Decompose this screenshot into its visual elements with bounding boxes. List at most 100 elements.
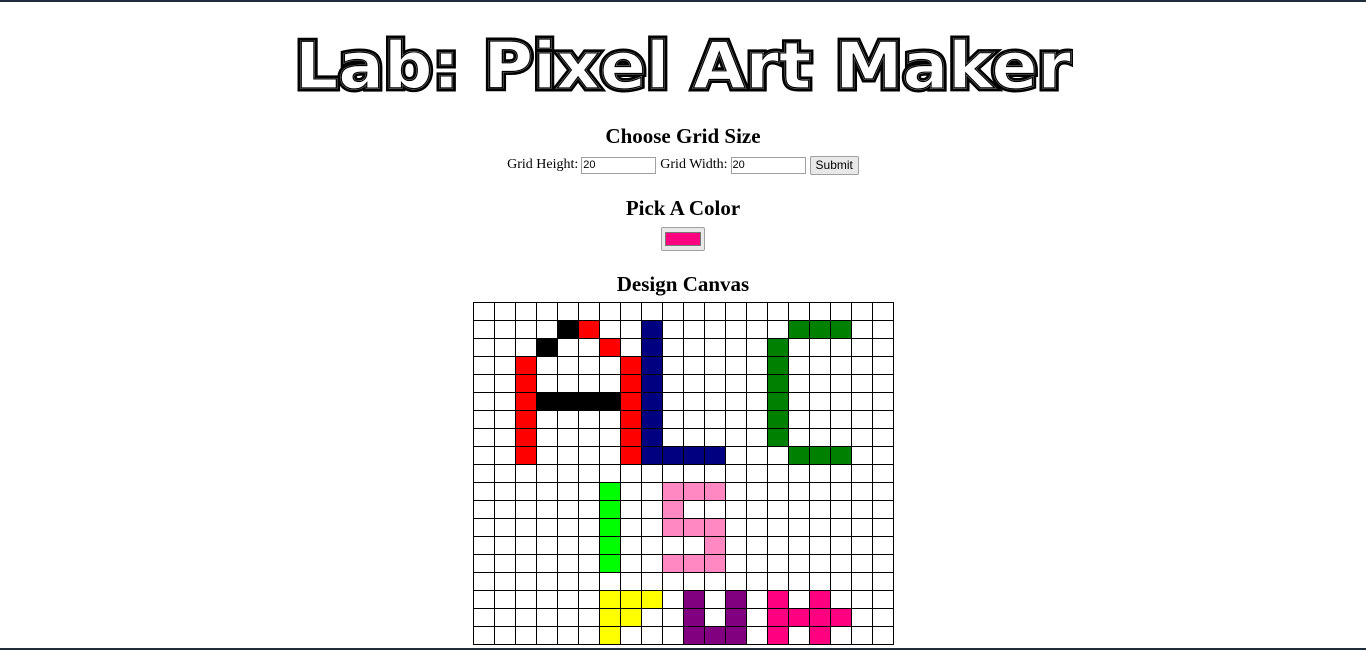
pixel-cell[interactable]: [473, 446, 495, 465]
pixel-cell[interactable]: [683, 428, 705, 447]
pixel-cell[interactable]: [830, 608, 852, 627]
pixel-cell[interactable]: [599, 410, 621, 429]
pixel-cell[interactable]: [704, 500, 726, 519]
pixel-cell[interactable]: [641, 500, 663, 519]
pixel-cell[interactable]: [641, 482, 663, 501]
pixel-cell[interactable]: [746, 446, 768, 465]
pixel-cell[interactable]: [599, 608, 621, 627]
pixel-cell[interactable]: [851, 482, 873, 501]
pixel-cell[interactable]: [662, 356, 684, 375]
pixel-cell[interactable]: [788, 374, 810, 393]
pixel-cell[interactable]: [725, 572, 747, 591]
pixel-cell[interactable]: [788, 410, 810, 429]
pixel-cell[interactable]: [557, 338, 579, 357]
pixel-cell[interactable]: [473, 320, 495, 339]
pixel-cell[interactable]: [872, 482, 894, 501]
pixel-cell[interactable]: [662, 320, 684, 339]
pixel-cell[interactable]: [746, 464, 768, 483]
pixel-cell[interactable]: [536, 500, 558, 519]
pixel-cell[interactable]: [641, 608, 663, 627]
pixel-cell[interactable]: [767, 338, 789, 357]
pixel-cell[interactable]: [641, 356, 663, 375]
pixel-cell[interactable]: [788, 338, 810, 357]
pixel-cell[interactable]: [578, 554, 600, 573]
pixel-cell[interactable]: [536, 572, 558, 591]
pixel-cell[interactable]: [578, 302, 600, 321]
pixel-cell[interactable]: [704, 428, 726, 447]
pixel-cell[interactable]: [683, 410, 705, 429]
pixel-cell[interactable]: [515, 590, 537, 609]
pixel-cell[interactable]: [788, 572, 810, 591]
pixel-cell[interactable]: [641, 374, 663, 393]
pixel-cell[interactable]: [683, 482, 705, 501]
pixel-cell[interactable]: [620, 428, 642, 447]
pixel-cell[interactable]: [494, 608, 516, 627]
pixel-cell[interactable]: [851, 536, 873, 555]
pixel-cell[interactable]: [872, 302, 894, 321]
pixel-cell[interactable]: [788, 428, 810, 447]
pixel-cell[interactable]: [767, 518, 789, 537]
pixel-cell[interactable]: [851, 608, 873, 627]
pixel-cell[interactable]: [788, 392, 810, 411]
pixel-cell[interactable]: [599, 626, 621, 645]
pixel-cell[interactable]: [557, 518, 579, 537]
pixel-cell[interactable]: [536, 320, 558, 339]
pixel-cell[interactable]: [473, 338, 495, 357]
pixel-cell[interactable]: [746, 500, 768, 519]
pixel-cell[interactable]: [725, 428, 747, 447]
pixel-cell[interactable]: [557, 302, 579, 321]
pixel-cell[interactable]: [746, 428, 768, 447]
pixel-cell[interactable]: [578, 428, 600, 447]
pixel-cell[interactable]: [725, 320, 747, 339]
pixel-cell[interactable]: [578, 626, 600, 645]
submit-button[interactable]: Submit: [809, 155, 859, 175]
pixel-cell[interactable]: [830, 374, 852, 393]
pixel-cell[interactable]: [557, 626, 579, 645]
pixel-cell[interactable]: [515, 500, 537, 519]
pixel-cell[interactable]: [830, 536, 852, 555]
pixel-cell[interactable]: [746, 554, 768, 573]
pixel-cell[interactable]: [788, 608, 810, 627]
pixel-cell[interactable]: [620, 626, 642, 645]
pixel-cell[interactable]: [662, 338, 684, 357]
pixel-cell[interactable]: [599, 302, 621, 321]
pixel-cell[interactable]: [473, 554, 495, 573]
pixel-cell[interactable]: [704, 608, 726, 627]
pixel-cell[interactable]: [494, 338, 516, 357]
pixel-cell[interactable]: [830, 446, 852, 465]
pixel-cell[interactable]: [872, 356, 894, 375]
pixel-cell[interactable]: [872, 374, 894, 393]
pixel-cell[interactable]: [830, 500, 852, 519]
pixel-cell[interactable]: [830, 320, 852, 339]
pixel-cell[interactable]: [746, 392, 768, 411]
pixel-cell[interactable]: [683, 464, 705, 483]
pixel-cell[interactable]: [599, 554, 621, 573]
pixel-cell[interactable]: [725, 626, 747, 645]
pixel-cell[interactable]: [809, 626, 831, 645]
pixel-cell[interactable]: [473, 464, 495, 483]
pixel-cell[interactable]: [662, 518, 684, 537]
pixel-cell[interactable]: [767, 536, 789, 555]
pixel-cell[interactable]: [704, 626, 726, 645]
pixel-cell[interactable]: [830, 428, 852, 447]
pixel-cell[interactable]: [578, 536, 600, 555]
pixel-cell[interactable]: [515, 446, 537, 465]
pixel-cell[interactable]: [620, 356, 642, 375]
pixel-cell[interactable]: [515, 320, 537, 339]
pixel-cell[interactable]: [746, 374, 768, 393]
pixel-cell[interactable]: [872, 410, 894, 429]
pixel-cell[interactable]: [515, 536, 537, 555]
pixel-cell[interactable]: [725, 590, 747, 609]
pixel-cell[interactable]: [620, 500, 642, 519]
pixel-cell[interactable]: [830, 518, 852, 537]
pixel-cell[interactable]: [515, 554, 537, 573]
pixel-cell[interactable]: [494, 302, 516, 321]
pixel-cell[interactable]: [620, 482, 642, 501]
pixel-cell[interactable]: [641, 464, 663, 483]
pixel-cell[interactable]: [620, 518, 642, 537]
pixel-cell[interactable]: [473, 500, 495, 519]
pixel-cell[interactable]: [578, 374, 600, 393]
pixel-cell[interactable]: [746, 572, 768, 591]
pixel-cell[interactable]: [557, 410, 579, 429]
pixel-cell[interactable]: [872, 500, 894, 519]
